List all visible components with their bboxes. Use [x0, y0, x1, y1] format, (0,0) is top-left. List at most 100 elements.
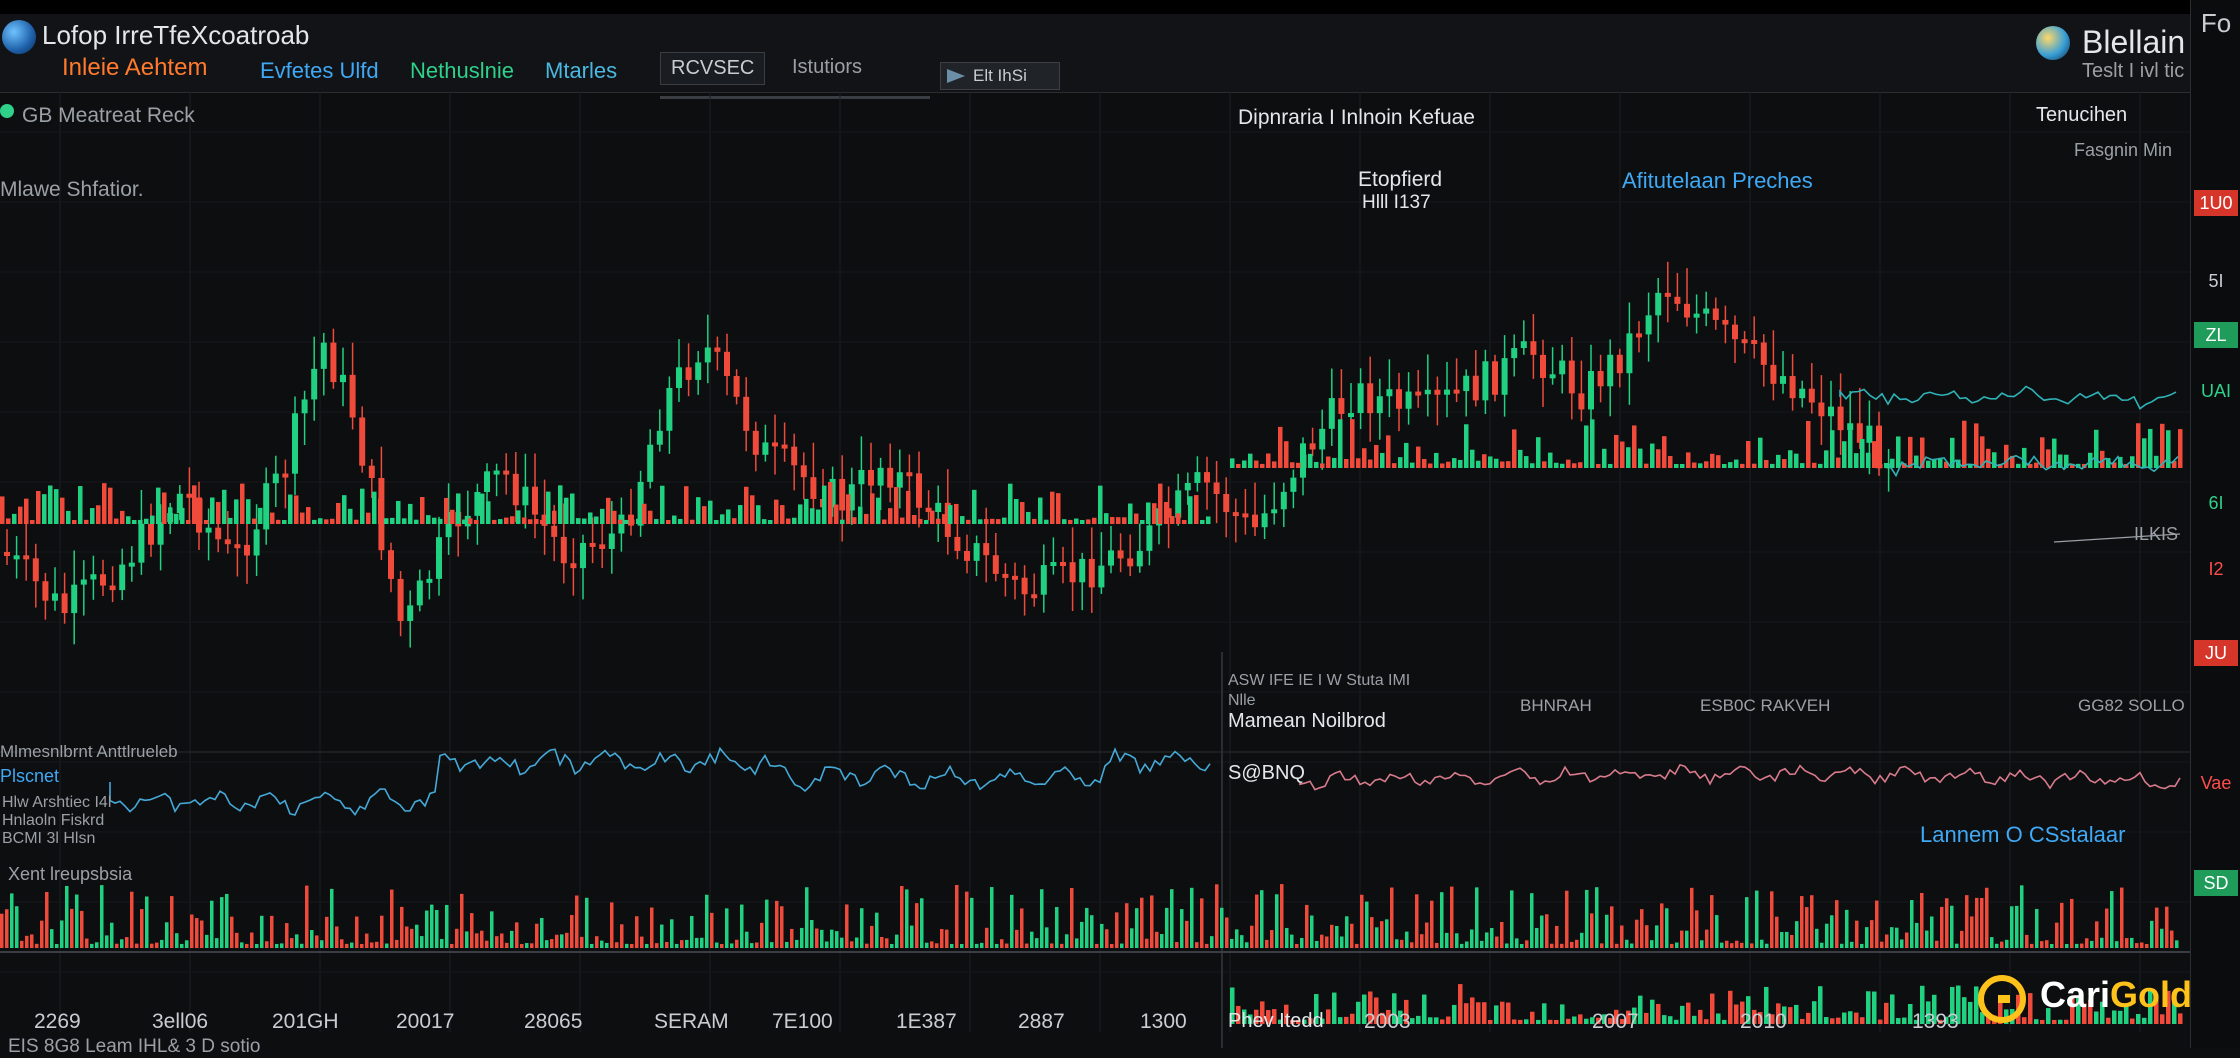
candle-body	[704, 347, 711, 363]
volume-bar-upper-left	[174, 513, 179, 524]
volume-bar-upper-left	[948, 505, 953, 524]
volume-bar-upper-left	[30, 519, 35, 524]
volume-bar-upper-left	[534, 518, 539, 524]
rail-tag-10[interactable]: SD	[2194, 870, 2238, 896]
volume-lower-bars	[0, 884, 2179, 948]
candle-body	[1616, 354, 1623, 374]
volume-bar-upper-left	[6, 518, 11, 524]
volume-bar-upper-left	[324, 519, 329, 524]
volume-bar-lower	[40, 920, 44, 948]
candle-body	[599, 544, 606, 549]
candle-body	[1204, 472, 1210, 483]
volume-bar-upper-left	[204, 519, 209, 524]
volume-bar-lower	[1030, 931, 1034, 948]
volume-bar-lower	[2050, 943, 2054, 948]
volume-bar-upper-right	[1710, 453, 1715, 468]
volume-bar-lower	[1450, 886, 1454, 948]
volume-bar-upper-left	[132, 519, 137, 524]
tab-rcvsec[interactable]: RCVSEC	[660, 52, 766, 85]
candle-body	[1184, 482, 1191, 491]
volume-bar-lower	[50, 929, 54, 948]
volume-bar-lower	[1525, 940, 1529, 948]
volume-bar-lower	[120, 939, 124, 948]
candle-body	[388, 550, 394, 579]
candle-body	[484, 471, 490, 492]
volume-bar-upper-right	[1416, 446, 1421, 468]
volume-bar-lower	[1995, 943, 1999, 948]
candle-body	[340, 374, 346, 383]
volume-bar-lower	[570, 915, 574, 948]
volume-bar-lower	[2005, 939, 2009, 948]
volume-bar-lower	[1665, 908, 1669, 948]
volume-bar-lower	[875, 912, 879, 948]
volume-bar-bottom	[1878, 1019, 1883, 1024]
volume-bar-lower	[1115, 912, 1119, 948]
volume-bar-lower	[640, 936, 644, 948]
candle-body	[1328, 398, 1335, 429]
volume-bar-lower	[850, 941, 854, 948]
volume-bar-upper-right	[1626, 447, 1631, 468]
volume-bar-lower	[1695, 910, 1699, 948]
volume-bar-lower	[185, 940, 189, 948]
volume-bar-bottom	[1644, 1012, 1649, 1024]
volume-bar-lower	[555, 934, 559, 948]
volume-bar-upper-left	[888, 508, 893, 524]
osc-left-label-4: BCMI 3l Hlsn	[2, 830, 96, 847]
candle-body	[244, 544, 250, 556]
watermark-part2: Gold	[2110, 974, 2193, 1015]
volume-bar-lower	[10, 893, 14, 948]
volume-bar-bottom	[1800, 1018, 1805, 1024]
volume-bar-lower	[1425, 922, 1429, 948]
candle-body	[1271, 509, 1278, 514]
volume-bar-upper-left	[540, 519, 545, 524]
volume-bar-lower	[810, 919, 814, 948]
volume-bar-upper-right	[1932, 459, 1937, 468]
candle-body	[1069, 562, 1076, 583]
volume-bar-lower	[860, 908, 864, 948]
volume-bar-upper-left	[1104, 513, 1109, 524]
volume-bar-upper-left	[804, 498, 809, 524]
volume-bar-upper-right	[1236, 463, 1241, 468]
volume-bar-lower	[140, 909, 144, 948]
volume-bar-upper-left	[672, 515, 677, 524]
volume-bar-upper-right	[1872, 441, 1877, 468]
volume-bar-lower	[1775, 916, 1779, 948]
candle-body	[1213, 482, 1220, 495]
volume-bar-lower	[1080, 921, 1084, 948]
volume-bar-upper-left	[1002, 517, 1007, 524]
volume-bar-lower	[505, 942, 509, 948]
nav-item-1[interactable]: Evfetes Ulfd	[260, 58, 379, 84]
volume-bar-upper-left	[600, 508, 605, 524]
candle-body	[1751, 340, 1758, 345]
volume-bar-bottom	[1476, 1002, 1481, 1024]
rail-tag-2[interactable]: 1U0	[2194, 190, 2238, 216]
candle-body	[916, 473, 922, 508]
volume-bar-bottom	[1848, 1011, 1853, 1024]
volume-bar-lower	[420, 936, 424, 948]
volume-bar-upper-left	[168, 507, 173, 524]
volume-bar-lower	[1765, 943, 1769, 948]
candle-body	[1645, 315, 1652, 335]
volume-bar-lower	[1020, 908, 1024, 948]
volume-bar-bottom	[2022, 1017, 2027, 1024]
nav-item-2[interactable]: Nethuslnie	[410, 58, 514, 84]
volume-bar-lower	[1040, 889, 1044, 948]
volume-bar-lower	[1750, 943, 1754, 948]
volume-bar-upper-left	[696, 497, 701, 524]
volume-bar-upper-right	[1584, 425, 1589, 468]
nav-item-3[interactable]: Mtarles	[545, 58, 617, 84]
volume-bar-lower	[725, 908, 729, 948]
tab-istutiors[interactable]: Istutiors	[792, 56, 862, 79]
volume-bar-upper-left	[432, 517, 437, 524]
candle-body	[1031, 594, 1038, 599]
price-box[interactable]: Elt IhSi	[940, 62, 1060, 90]
volume-bar-upper-left	[990, 518, 995, 524]
rail-tag-4[interactable]: ZL	[2194, 322, 2238, 348]
volume-bar-lower	[1335, 925, 1339, 948]
rail-tag-8[interactable]: JU	[2194, 640, 2238, 666]
volume-bar-bottom	[1902, 1017, 1907, 1024]
volume-bar-upper-left	[216, 501, 221, 524]
volume-bar-bottom	[1824, 1017, 1829, 1024]
chart-grid	[0, 92, 2190, 1048]
volume-bar-upper-right	[1470, 449, 1475, 468]
